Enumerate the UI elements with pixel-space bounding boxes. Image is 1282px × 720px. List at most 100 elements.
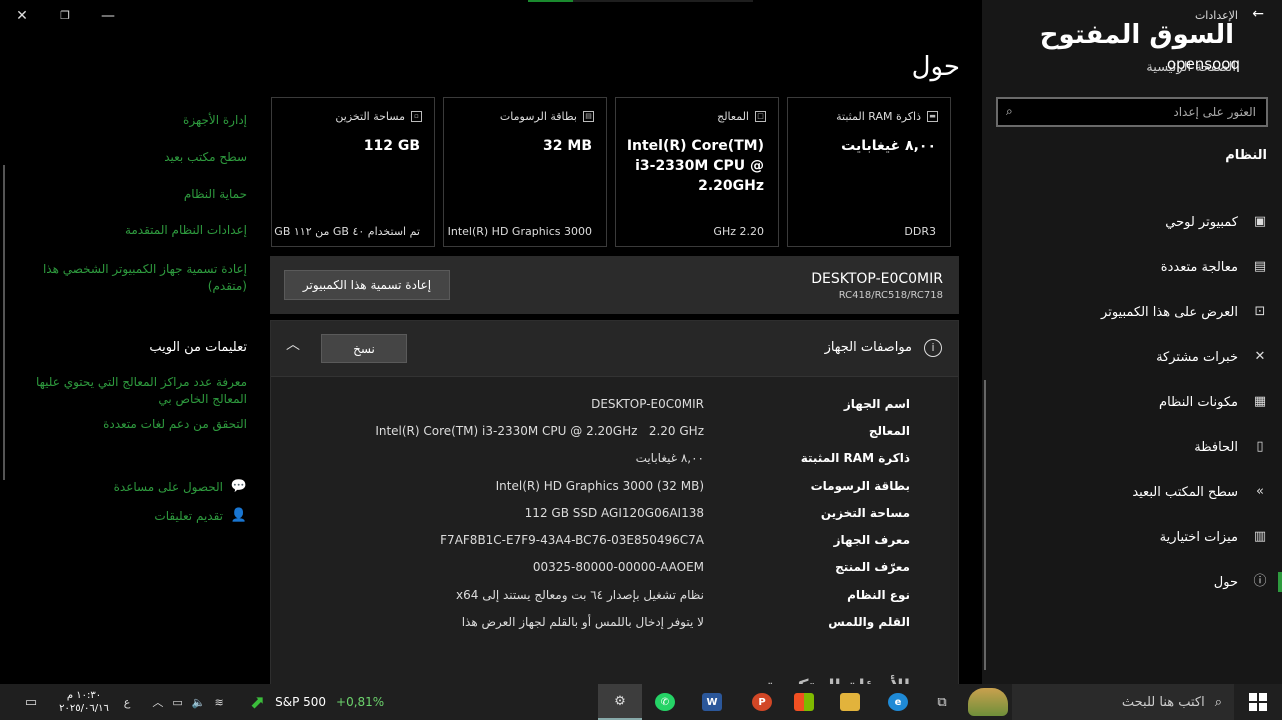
spec-label: نوع النظام: [847, 588, 910, 602]
edge-icon[interactable]: e: [878, 684, 918, 720]
feedback-icon: 👤: [230, 508, 247, 523]
spec-label: بطاقة الرسومات: [810, 479, 910, 493]
about-icon: ⓘ: [1253, 574, 1267, 589]
device-specs-panel: i مواصفات الجهاز نسخ ︿ اسم الجهاز DESKTO…: [270, 320, 959, 684]
link-processor-cores[interactable]: معرفة عدد مراكز المعالج التي يحتوي عليها…: [17, 374, 247, 408]
word-icon[interactable]: W: [690, 684, 734, 720]
cpu-icon: □: [755, 111, 766, 122]
stock-change: +0,81%: [336, 695, 385, 709]
minimize-icon[interactable]: —: [97, 6, 119, 26]
spec-value: 112 GB SSD AGI120G06AI138: [524, 506, 704, 520]
language-indicator[interactable]: ع: [118, 684, 136, 720]
sidebar-item-multitasking[interactable]: ▤ معالجة متعددة: [982, 247, 1282, 287]
chevron-up-icon[interactable]: ︿: [283, 335, 303, 355]
store-icon[interactable]: [784, 684, 824, 720]
stock-widget[interactable]: ⬈ S&P 500 +0,81%: [250, 684, 385, 720]
close-icon[interactable]: ✕: [11, 6, 33, 26]
news-interests-icon[interactable]: [964, 684, 1012, 720]
settings-sidebar: ← الإعدادات الصفحة الرئيسية السوق المفتو…: [982, 0, 1282, 684]
sidebar-item-components[interactable]: ▦ مكونات النظام: [982, 382, 1282, 422]
scrollbar[interactable]: [3, 165, 5, 480]
sidebar-item-projecting[interactable]: ⊡ العرض على هذا الكمبيوتر: [982, 292, 1282, 332]
whatsapp-icon[interactable]: ✆: [645, 684, 685, 720]
feedback-link[interactable]: تقديم تعليقات: [154, 509, 223, 523]
wifi-icon[interactable]: ≋: [214, 696, 223, 709]
card-value: ٨,٠٠ غيغابايت: [841, 138, 936, 154]
spec-value: 00325-80000-00000-AAOEM: [532, 560, 704, 574]
web-help-title: تعليمات من الويب: [149, 340, 247, 355]
rename-pc-button[interactable]: إعادة تسمية هذا الكمبيوتر: [284, 270, 450, 300]
faq-title: الأسئلة المتكررة: [766, 676, 910, 684]
get-help-row[interactable]: 💬 الحصول على مساعدة: [114, 479, 247, 495]
volume-icon[interactable]: 🔈: [192, 696, 206, 709]
clipboard-icon: ▯: [1256, 439, 1264, 454]
card-ram: ▬ ذاكرة RAM المثبتة ٨,٠٠ غيغابايت DDR3: [787, 97, 951, 247]
spec-label: معرّف المنتج: [835, 560, 910, 574]
restore-icon[interactable]: ❐: [54, 6, 76, 26]
device-specs-header[interactable]: i مواصفات الجهاز نسخ ︿: [271, 321, 958, 377]
features-icon: ▥: [1253, 529, 1267, 544]
sidebar-item-optional-features[interactable]: ▥ ميزات اختيارية: [982, 517, 1282, 557]
spec-row: بطاقة الرسومات Intel(R) HD Graphics 3000…: [310, 479, 910, 501]
info-icon: i: [924, 339, 942, 357]
sidebar-item-clipboard[interactable]: ▯ الحافظة: [982, 427, 1282, 467]
link-rename-advanced[interactable]: إعادة تسمية جهاز الكمبيوتر الشخصي هذا (م…: [17, 261, 247, 295]
sidebar-item-shared-experiences[interactable]: ✕ خبرات مشتركة: [982, 337, 1282, 377]
shared-icon: ✕: [1254, 349, 1266, 364]
settings-gear-icon[interactable]: ⚙: [598, 684, 642, 720]
file-explorer-icon[interactable]: [830, 684, 870, 720]
card-footer: تم استخدام ٤٠ GB من ١١٢ GB: [274, 225, 420, 238]
spec-value: DESKTOP-E0C0MIR: [591, 397, 704, 411]
loading-bar: [528, 0, 753, 2]
card-label: بطاقة الرسومات: [499, 110, 577, 123]
settings-search[interactable]: ⌕: [996, 97, 1268, 127]
battery-icon[interactable]: ▭: [172, 696, 182, 709]
spec-label: ذاكرة RAM المثبتة: [800, 451, 910, 465]
link-advanced-settings[interactable]: إعدادات النظام المتقدمة: [125, 223, 247, 237]
task-view-icon[interactable]: ⧉: [920, 684, 964, 720]
rename-section: DESKTOP-E0C0MIR RC418/RC518/RC718 إعادة …: [270, 256, 959, 314]
feedback-row[interactable]: 👤 تقديم تعليقات: [154, 508, 247, 524]
device-specs-title: مواصفات الجهاز: [824, 340, 912, 355]
link-system-protection[interactable]: حماية النظام: [184, 187, 247, 201]
sidebar-item-tablet[interactable]: ▣ كمبيوتر لوحي: [982, 202, 1282, 242]
sidebar-item-label: العرض على هذا الكمبيوتر: [1101, 304, 1238, 320]
section-title: النظام: [1225, 148, 1267, 163]
powerpoint-icon[interactable]: P: [740, 684, 784, 720]
spec-value: F7AF8B1C-E7F9-43A4-BC76-03E850496C7A: [440, 533, 704, 547]
sidebar-item-label: خبرات مشتركة: [1156, 349, 1238, 365]
windows-logo-icon: [1249, 693, 1267, 711]
start-button[interactable]: [1234, 684, 1282, 720]
link-multi-language[interactable]: التحقق من دعم لغات متعددة: [103, 417, 247, 431]
spec-label: اسم الجهاز: [843, 397, 910, 411]
system-tray: ︿ ▭ 🔈 ≋: [142, 684, 234, 720]
spec-row: القلم واللمس لا يتوفر إدخال باللمس أو با…: [310, 615, 910, 637]
spec-row: معرف الجهاز F7AF8B1C-E7F9-43A4-BC76-03E8…: [310, 533, 910, 555]
card-footer: DDR3: [904, 225, 936, 238]
clock[interactable]: ١٠:٣٠ م ٢٠٢٥/٠٦/١٦: [52, 684, 116, 720]
card-value: 112 GB: [363, 138, 420, 154]
gpu-icon: ▤: [583, 111, 594, 122]
spec-row: اسم الجهاز DESKTOP-E0C0MIR: [310, 397, 910, 419]
back-arrow-icon[interactable]: ←: [1252, 6, 1264, 22]
sidebar-item-label: كمبيوتر لوحي: [1165, 214, 1238, 230]
card-storage: ▫ مساحة التخزين 112 GB تم استخدام ٤٠ GB …: [271, 97, 435, 247]
get-help-link[interactable]: الحصول على مساعدة: [114, 480, 223, 494]
clock-date: ٢٠٢٥/٠٦/١٦: [59, 703, 109, 714]
link-device-manager[interactable]: إدارة الأجهزة: [183, 113, 247, 127]
card-label: مساحة التخزين: [335, 110, 405, 123]
settings-search-input[interactable]: [998, 99, 1266, 125]
scrollbar[interactable]: [984, 380, 986, 670]
components-icon: ▦: [1253, 394, 1267, 409]
copy-button[interactable]: نسخ: [321, 334, 407, 363]
device-model: RC418/RC518/RC718: [838, 290, 943, 301]
link-remote-desktop[interactable]: سطح مكتب بعيد: [164, 150, 247, 164]
notification-icon[interactable]: ▭: [18, 684, 44, 720]
spec-label: مساحة التخزين: [820, 506, 910, 520]
spec-row: ذاكرة RAM المثبتة ٨,٠٠ غيغابايت: [310, 451, 910, 473]
sidebar-item-about[interactable]: ⓘ حول: [982, 562, 1282, 602]
sidebar-item-label: مكونات النظام: [1159, 394, 1238, 410]
chevron-up-icon[interactable]: ︿: [152, 694, 163, 710]
sidebar-item-remote-desktop[interactable]: » سطح المكتب البعيد: [982, 472, 1282, 512]
taskbar-search[interactable]: ⌕ اكتب هنا للبحث: [1012, 684, 1234, 720]
